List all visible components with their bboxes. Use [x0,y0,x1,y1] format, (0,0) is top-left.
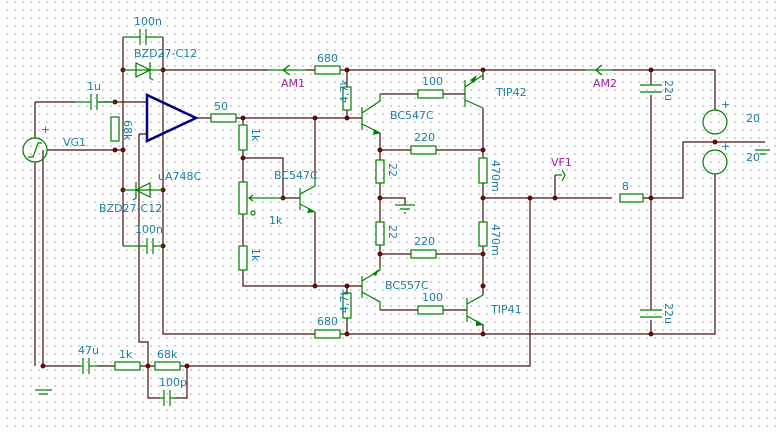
label-r-4k7-bottom: 4,7k [338,289,351,313]
label-r-220-bottom: 220 [414,235,435,248]
capacitor-1u [75,94,115,110]
resistor-8-load [619,193,644,203]
label-c-100p: 100p [159,376,187,389]
transistor-out-bottom [466,294,484,326]
ammeter-am1 [268,64,306,76]
label-c-22u-top: 22u [662,80,675,101]
label-r-1k-feedback: 1k [119,348,133,361]
label-r-4k7-top: 4,7k [338,79,351,103]
label-c-100n-top: 100n [134,15,162,28]
potentiometer-1k [238,181,283,216]
resistor-50 [210,113,237,123]
label-am2: AM2 [593,77,617,90]
label-r-68k-input: 68k [121,120,134,141]
label-supply-bottom-plus: + [721,140,730,153]
circuit-schematic[interactable]: 100n BZD27-C12 1u 68k VG1 + uA748C BZD27… [0,0,781,432]
label-r-load: 8 [622,180,629,193]
resistor-220-bottom [410,249,437,259]
label-q-vbe: BC547C [274,169,318,182]
zener-bottom [123,182,163,201]
capacitor-100n-bottom [123,238,163,254]
zener-top [123,62,163,81]
label-r-68k-feedback: 68k [157,348,178,361]
resistor-22-top [375,159,385,184]
transistor-driver-top [361,94,381,134]
resistor-1k-b [238,245,248,271]
ground-icon-input [35,389,52,395]
ammeter-am2 [585,64,612,76]
label-c-22u-bottom: 22u [662,303,675,324]
label-opamp: uA748C [158,170,201,183]
label-q-out-bottom: TIP41 [490,303,522,316]
label-vg1-plus: + [41,123,50,136]
label-zener-top: BZD27-C12 [134,47,197,60]
resistor-100-bottom [417,305,444,315]
resistor-470m-bottom [478,221,488,247]
label-r-100-top: 100 [422,75,443,88]
resistor-1k-a [238,124,248,151]
junctions [40,67,718,369]
label-zener-bottom: BZD27-C12 [99,202,162,215]
components [22,29,770,406]
label-r-470m-top: 470m [489,160,502,192]
supply-source-bottom [702,149,728,175]
capacitor-100p [160,390,175,406]
transistor-out-top [464,70,484,109]
label-r-680-bottom: 680 [317,315,338,328]
resistor-680-bottom [314,329,341,339]
resistor-680-top [314,65,341,75]
label-r-470m-bottom: 470m [489,224,502,256]
supply-source-top [702,109,728,135]
capacitor-100n-top [123,29,163,45]
label-c-1u: 1u [87,80,101,93]
resistor-22-bottom [375,221,385,246]
label-am1: AM1 [281,77,305,90]
label-r-100-bottom: 100 [422,291,443,304]
schematic-canvas[interactable]: 100n BZD27-C12 1u 68k VG1 + uA748C BZD27… [0,0,781,432]
label-vf1: VF1 [551,156,572,169]
label-q-out-top: TIP42 [495,86,527,99]
resistor-1k-feedback [114,361,141,371]
ground-icon-mid [395,204,415,214]
resistor-470m-top [478,157,488,184]
label-r-50: 50 [214,100,228,113]
label-pot-1k: 1k [269,214,283,227]
label-source-vg1: VG1 [63,136,86,149]
capacitor-22u-bottom [640,309,662,318]
label-supply-bottom: 20 [746,151,760,164]
label-c-100n-bottom: 100n [135,223,163,236]
label-r-22-top: 22 [386,163,399,177]
capacitor-47u [80,358,97,374]
voltmeter-vf1 [555,169,566,182]
label-c-47u: 47u [78,344,99,357]
label-r-22-bottom: 22 [386,225,399,239]
resistor-68k-feedback [154,361,181,371]
wires [34,37,765,399]
label-r-680-top: 680 [317,52,338,65]
transistor-driver-bottom [361,268,381,310]
label-supply-top-plus: + [721,98,730,111]
resistor-68k-input [110,116,120,142]
label-q-driver-top: BC547C [390,109,434,122]
resistor-100-top [417,89,444,99]
label-r-1k-a: 1k [249,128,262,142]
label-r-1k-b: 1k [249,248,262,262]
resistor-220-top [410,145,437,155]
label-r-220-top: 220 [414,131,435,144]
capacitor-22u-top [640,84,662,93]
label-supply-top: 20 [746,112,760,125]
opamp-uA748C [145,93,199,143]
